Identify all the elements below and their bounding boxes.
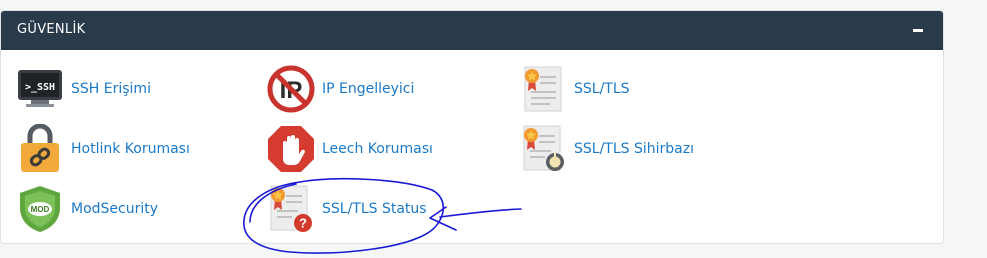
ip-blocker-link[interactable]: IP IP Engelleyici	[266, 64, 414, 114]
ip-blocker-label: IP Engelleyici	[322, 81, 415, 97]
leech-protection-label: Leech Koruması	[322, 141, 433, 157]
ssl-tls-label: SSL/TLS	[574, 81, 630, 97]
modsecurity-shield-icon: MOD	[15, 184, 65, 234]
ssl-status-icon: ?	[266, 184, 316, 234]
ssl-certificate-icon	[518, 64, 568, 114]
svg-text:?: ?	[299, 216, 307, 231]
ssl-tls-link[interactable]: SSL/TLS	[518, 64, 630, 114]
collapse-button[interactable]	[913, 29, 923, 32]
ssh-access-label: SSH Erişimi	[71, 81, 151, 97]
hotlink-protection-link[interactable]: Hotlink Koruması	[15, 124, 190, 174]
panel-title: GÜVENLİK	[17, 22, 86, 37]
leech-protection-link[interactable]: Leech Koruması	[266, 124, 433, 174]
ssl-wizard-label: SSL/TLS Sihirbazı	[574, 141, 694, 157]
ssh-access-link[interactable]: >_SSH SSH Erişimi	[15, 64, 151, 114]
ssl-wizard-link[interactable]: SSL/TLS Sihirbazı	[518, 124, 694, 174]
panel-header[interactable]: GÜVENLİK	[1, 11, 943, 50]
ssh-terminal-icon: >_SSH	[15, 64, 65, 114]
ssl-wizard-icon	[518, 124, 568, 174]
ssl-tls-status-link[interactable]: ? SSL/TLS Status	[266, 184, 427, 234]
ssl-tls-status-label: SSL/TLS Status	[322, 201, 427, 217]
hotlink-protection-label: Hotlink Koruması	[71, 141, 190, 157]
leech-stop-hand-icon	[266, 124, 316, 174]
security-panel: GÜVENLİK >_SSH SSH Erişimi IP IP Engelle…	[0, 10, 944, 244]
ip-blocker-icon: IP	[266, 64, 316, 114]
modsecurity-link[interactable]: MOD ModSecurity	[15, 184, 158, 234]
mod-icon-text: MOD	[31, 205, 50, 214]
modsecurity-label: ModSecurity	[71, 201, 159, 217]
hotlink-padlock-icon	[15, 124, 65, 174]
ssh-icon-text: >_SSH	[25, 82, 55, 93]
